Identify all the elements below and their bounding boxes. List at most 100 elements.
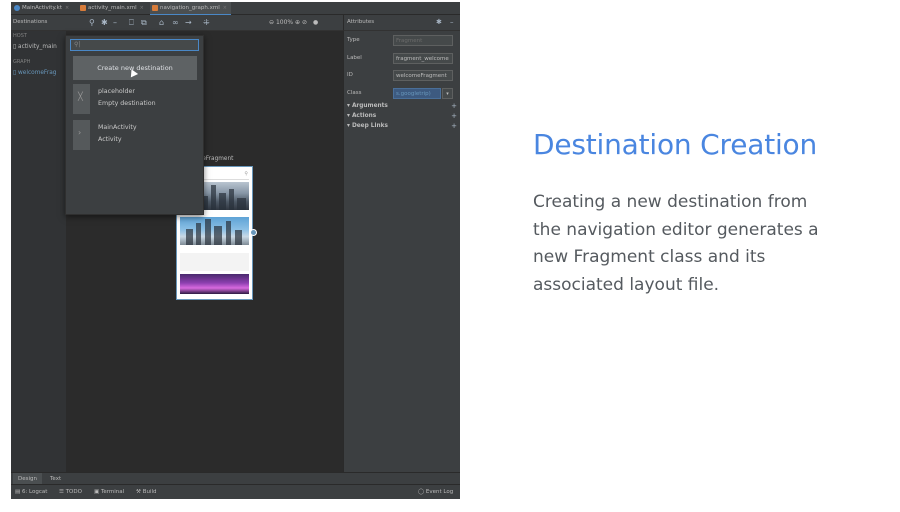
option-title: placeholder [98,88,135,95]
zoom-out-icon[interactable]: ⊖ [269,19,274,26]
actions-label: Actions [351,113,377,119]
terminal-label: Terminal [100,489,125,495]
attributes-title: Attributes [347,19,375,25]
deep-links-section[interactable]: ▾ Deep Links + [347,123,457,130]
preview-card [180,274,249,294]
terminal-button[interactable]: ▣ Terminal [94,485,124,499]
option-subtitle: Empty destination [98,100,156,107]
tab-navigation-graph[interactable]: navigation_graph.xml × [150,2,231,15]
slide-body-line: the navigation editor generates a [533,219,819,240]
terminal-icon: ▣ [94,489,101,495]
class-label: Class [347,90,362,96]
info-icon[interactable]: ● [313,19,318,26]
preview-card [180,217,249,247]
close-icon[interactable]: × [140,5,144,11]
search-icon: ⚲ [244,171,248,177]
arrow-right-icon[interactable]: → [185,17,192,28]
slide-body: Creating a new destination from the navi… [533,189,843,299]
build-button[interactable]: ⚒ Build [136,485,157,499]
zoom-in-icon[interactable]: ⊕ [295,19,300,26]
actions-section[interactable]: ▾ Actions + [347,113,457,120]
close-icon[interactable]: × [223,5,227,11]
minimize-icon[interactable]: – [450,15,454,30]
new-destination-popup: ⚲| Create new destination ╳ placeholder … [65,35,204,215]
build-label: Build [142,489,157,495]
option-subtitle: Activity [98,136,122,143]
tab-label: activity_main.xml [88,5,137,11]
search-icon: ⚲ [74,41,79,48]
link-icon[interactable]: ∞ [172,17,179,28]
graph-item-label: welcomeFrag [18,70,57,76]
activity-icon: › [78,128,82,137]
add-icon[interactable]: + [451,113,457,120]
layout-file-icon [80,4,86,11]
arguments-section[interactable]: ▾ Arguments + [347,103,457,110]
editor-tab-bar: MainActivity.kt × activity_main.xml × navi… [11,2,460,15]
new-destination-icon[interactable]: ⎕ [129,17,134,28]
graph-item-welcome[interactable]: ▯ welcomeFrag [13,70,56,76]
todo-icon: ☰ [59,489,66,495]
tab-activity-main[interactable]: activity_main.xml × [80,2,144,14]
deep-links-label: Deep Links [351,123,388,129]
close-icon[interactable]: × [65,5,69,11]
class-field[interactable]: s.googletrip) [393,88,441,99]
add-icon[interactable]: + [451,123,457,130]
gear-icon[interactable]: ✱ [436,15,442,30]
todo-label: TODO [65,489,82,495]
activity-thumbnail: › [73,120,90,150]
type-field[interactable]: Fragment [393,35,453,46]
label-field[interactable]: fragment_welcome [393,53,453,64]
slide-title: Destination Creation [533,128,818,161]
destination-search-input[interactable]: ⚲| [70,39,199,51]
design-toolbar: Destinations ⚲ ✱ – ⎕ ⧉ ⌂ ∞ → ⁜ ⊖ 100% ⊕ … [11,15,343,31]
home-icon[interactable]: ⌂ [159,17,164,28]
event-log-icon: ◯ [418,489,426,495]
android-studio-window: MainActivity.kt × activity_main.xml × navi… [11,2,460,499]
zoom-controls: ⊖ 100% ⊕ ⊘ ● [269,15,318,30]
event-log-label: Event Log [425,489,454,495]
destination-option-placeholder[interactable]: ╳ placeholder Empty destination [73,84,197,114]
slide-body-line: new Fragment class and its [533,247,766,267]
destination-option-mainactivity[interactable]: › MainActivity Activity [73,120,197,150]
chevron-down-icon[interactable]: ▾ [442,88,453,99]
attributes-header: Attributes ✱ – [343,15,460,31]
tab-label: navigation_graph.xml [160,5,220,11]
add-icon[interactable]: + [451,103,457,110]
minimize-icon[interactable]: – [113,17,117,28]
slide-body-line: associated layout file. [533,274,720,295]
todo-button[interactable]: ☰ TODO [59,485,82,499]
create-new-destination-button[interactable]: Create new destination [73,56,197,80]
logcat-button[interactable]: ▤ 6: Logcat [15,485,47,499]
id-label: ID [347,72,353,78]
zoom-fit-icon[interactable]: ⊘ [302,19,307,26]
placeholder-thumbnail: ╳ [73,84,90,114]
city-image [180,274,249,294]
tool-window-bar: ▤ 6: Logcat ☰ TODO ▣ Terminal ⚒ Build ◯ … [11,484,460,499]
tab-label: MainActivity.kt [22,5,63,11]
search-icon[interactable]: ⚲ [89,17,95,28]
hammer-icon: ⚒ [136,489,143,495]
graph-section-label: GRAPH [13,59,31,65]
host-item-label: activity_main [18,44,57,50]
preview-card-caption [180,253,249,271]
id-field[interactable]: welcomeFragment [393,70,453,81]
type-label: Type [347,37,360,43]
destinations-title: Destinations [13,19,48,25]
city-image [180,217,249,245]
nested-graph-icon[interactable]: ⧉ [141,17,147,28]
action-handle[interactable] [250,229,257,236]
host-section-label: HOST [13,33,27,39]
destinations-panel: HOST ▯ activity_main GRAPH ▯ welcomeFrag [11,31,66,472]
host-item[interactable]: ▯ activity_main [13,44,57,50]
tab-mainactivity[interactable]: MainActivity.kt × [14,2,69,14]
event-log-button[interactable]: ◯ Event Log [418,485,453,499]
logcat-icon: ▤ [15,489,22,495]
zoom-level: 100% [275,19,294,26]
label-label: Label [347,55,362,61]
logcat-label: 6: Logcat [21,489,48,495]
option-title: MainActivity [98,124,137,131]
placeholder-icon: ╳ [78,92,83,101]
kotlin-file-icon [14,4,20,11]
auto-arrange-icon[interactable]: ⁜ [203,17,210,28]
gear-icon[interactable]: ✱ [101,17,108,28]
